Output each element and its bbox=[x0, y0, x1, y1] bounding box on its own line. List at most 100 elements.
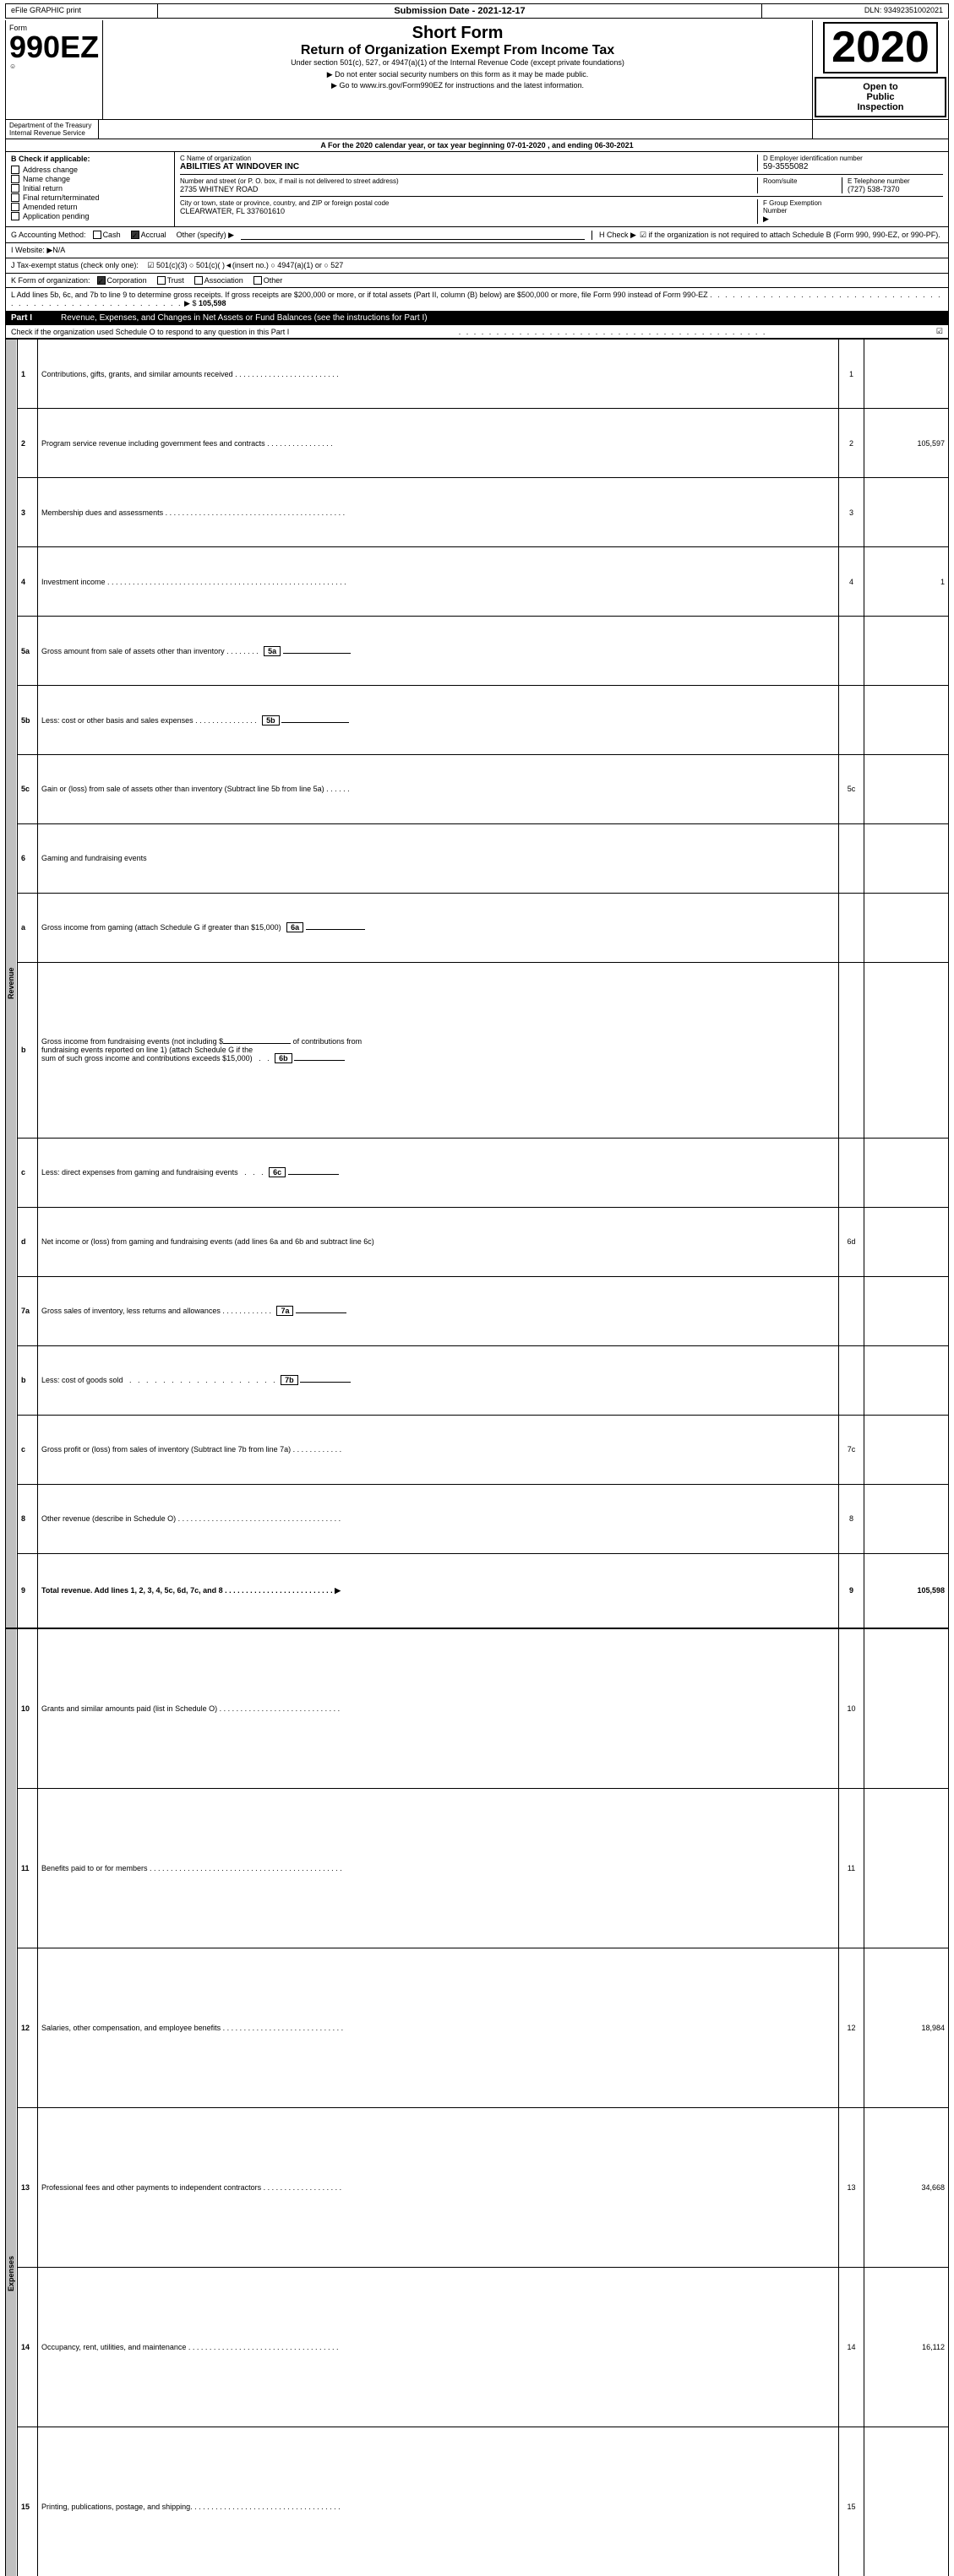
other-checkbox[interactable] bbox=[253, 276, 262, 285]
address-label: Number and street (or P. O. box, if mail… bbox=[180, 177, 757, 185]
year-block: 2020 Open toPublicInspection bbox=[813, 20, 948, 119]
row12-amount: 18,984 bbox=[864, 1948, 949, 2108]
row15-linenum: 15 bbox=[839, 2427, 864, 2576]
accrual-label: Accrual bbox=[141, 231, 166, 239]
row5b-desc: Less: cost or other basis and sales expe… bbox=[38, 686, 839, 755]
row12-desc: Salaries, other compensation, and employ… bbox=[38, 1948, 839, 2108]
row1-desc: Contributions, gifts, grants, and simila… bbox=[38, 340, 839, 409]
row4-linenum: 4 bbox=[839, 547, 864, 617]
6b-subcol: 6b bbox=[275, 1053, 292, 1063]
row15-amount bbox=[864, 2427, 949, 2576]
6b-subval bbox=[294, 1060, 345, 1061]
row3-linenum: 3 bbox=[839, 478, 864, 547]
row6-amount bbox=[864, 823, 949, 893]
row3-amount bbox=[864, 478, 949, 547]
row12-num: 12 bbox=[18, 1948, 38, 2108]
ein-block: D Employer identification number 59-3555… bbox=[757, 155, 943, 171]
row7a-desc: Gross sales of inventory, less returns a… bbox=[38, 1276, 839, 1345]
application-pending-checkbox[interactable] bbox=[11, 212, 19, 220]
cash-option[interactable]: Cash bbox=[93, 231, 121, 239]
5b-subcol: 5b bbox=[262, 715, 280, 726]
org-name-block: C Name of organization ABILITIES AT WIND… bbox=[180, 155, 757, 171]
row6-linenum bbox=[839, 823, 864, 893]
application-pending-row: Application pending bbox=[11, 212, 169, 220]
j-label: J Tax-exempt status (check only one): bbox=[11, 261, 139, 269]
k-row: K Form of organization: ✓ Corporation Tr… bbox=[5, 274, 949, 288]
other-option[interactable]: Other bbox=[253, 276, 283, 285]
7b-subval bbox=[300, 1382, 351, 1383]
row9-num: 9 bbox=[18, 1553, 38, 1628]
row7b-linenum bbox=[839, 1345, 864, 1415]
accrual-option[interactable]: ✓ Accrual bbox=[131, 231, 166, 239]
final-return-checkbox[interactable] bbox=[11, 193, 19, 202]
exp-row11: 11 Benefits paid to or for members . . .… bbox=[6, 1789, 949, 1948]
page: eFile GRAPHIC print Submission Date - 20… bbox=[0, 0, 954, 2576]
h-check-block: H Check ▶ ☑ if the organization is not r… bbox=[591, 231, 943, 240]
row7c-amount bbox=[864, 1415, 949, 1484]
row11-num: 11 bbox=[18, 1789, 38, 1948]
city-block: City or town, state or province, country… bbox=[180, 199, 757, 224]
amended-return-checkbox[interactable] bbox=[11, 203, 19, 211]
row9-linenum: 9 bbox=[839, 1553, 864, 1628]
row7a-num: 7a bbox=[18, 1276, 38, 1345]
row1-amount bbox=[864, 340, 949, 409]
accrual-checkbox[interactable]: ✓ bbox=[131, 231, 139, 239]
row5c-linenum: 5c bbox=[839, 755, 864, 824]
part1-dots: . . . . . . . . . . . . . . . . . . . . … bbox=[459, 328, 767, 336]
initial-return-checkbox[interactable] bbox=[11, 184, 19, 193]
efile-label: eFile GRAPHIC print bbox=[6, 4, 158, 18]
d-label: D Employer identification number bbox=[763, 155, 943, 162]
corp-checkbox[interactable]: ✓ bbox=[97, 276, 106, 285]
dept-center bbox=[99, 120, 813, 139]
row5c: 5c Gain or (loss) from sale of assets ot… bbox=[6, 755, 949, 824]
row8: 8 Other revenue (describe in Schedule O)… bbox=[6, 1484, 949, 1553]
row6b: b Gross income from fundraising events (… bbox=[6, 962, 949, 1138]
city-value: CLEARWATER, FL 337601610 bbox=[180, 207, 757, 215]
part1-checkbox[interactable]: ☑ bbox=[936, 327, 943, 336]
street-block: Number and street (or P. O. box, if mail… bbox=[180, 177, 757, 193]
row6d-amount bbox=[864, 1207, 949, 1276]
row7c-linenum: 7c bbox=[839, 1415, 864, 1484]
6c-subval bbox=[288, 1174, 339, 1175]
assoc-checkbox[interactable] bbox=[194, 276, 203, 285]
row5b-linenum bbox=[839, 686, 864, 755]
row7a-linenum bbox=[839, 1276, 864, 1345]
name-change-checkbox[interactable] bbox=[11, 175, 19, 183]
row7b-desc: Less: cost of goods sold . . . . . . . .… bbox=[38, 1345, 839, 1415]
h-text: ☑ if the organization is not required to… bbox=[640, 231, 940, 240]
row5c-amount bbox=[864, 755, 949, 824]
row6b-linenum bbox=[839, 962, 864, 1138]
corp-label: Corporation bbox=[107, 276, 147, 285]
part1-check-row: Check if the organization used Schedule … bbox=[5, 325, 949, 339]
row2-desc: Program service revenue including govern… bbox=[38, 409, 839, 478]
row10-num: 10 bbox=[18, 1629, 38, 1789]
revenue-side-label: Revenue bbox=[6, 340, 18, 1628]
row12-linenum: 12 bbox=[839, 1948, 864, 2108]
row10-amount bbox=[864, 1629, 949, 1789]
ein-value: 59-3555082 bbox=[763, 162, 943, 171]
7a-subval bbox=[296, 1312, 346, 1313]
other-specify-line bbox=[241, 230, 585, 240]
row6d: d Net income or (loss) from gaming and f… bbox=[6, 1207, 949, 1276]
address-change-row: Address change bbox=[11, 166, 169, 174]
row1-linenum: 1 bbox=[839, 340, 864, 409]
assoc-option[interactable]: Association bbox=[194, 276, 243, 285]
row11-amount bbox=[864, 1789, 949, 1948]
cash-checkbox[interactable] bbox=[93, 231, 101, 239]
address-change-checkbox[interactable] bbox=[11, 166, 19, 174]
5b-subval bbox=[281, 722, 349, 723]
row1-num: 1 bbox=[18, 340, 38, 409]
l-text: L Add lines 5b, 6c, and 7b to line 9 to … bbox=[11, 291, 708, 299]
g-label: G Accounting Method: bbox=[11, 231, 86, 239]
j-options: ☑ 501(c)(3) ○ 501(c)( )◄(insert no.) ○ 4… bbox=[147, 261, 343, 269]
row6d-linenum: 6d bbox=[839, 1207, 864, 1276]
expenses-side-label: Expenses bbox=[6, 1629, 18, 2576]
row5b-amount bbox=[864, 686, 949, 755]
row7a-amount bbox=[864, 1276, 949, 1345]
corp-option[interactable]: ✓ Corporation bbox=[97, 276, 147, 285]
row9-amount: 105,598 bbox=[864, 1553, 949, 1628]
row4-desc: Investment income . . . . . . . . . . . … bbox=[38, 547, 839, 617]
row3: 3 Membership dues and assessments . . . … bbox=[6, 478, 949, 547]
trust-checkbox[interactable] bbox=[157, 276, 166, 285]
trust-option[interactable]: Trust bbox=[157, 276, 184, 285]
